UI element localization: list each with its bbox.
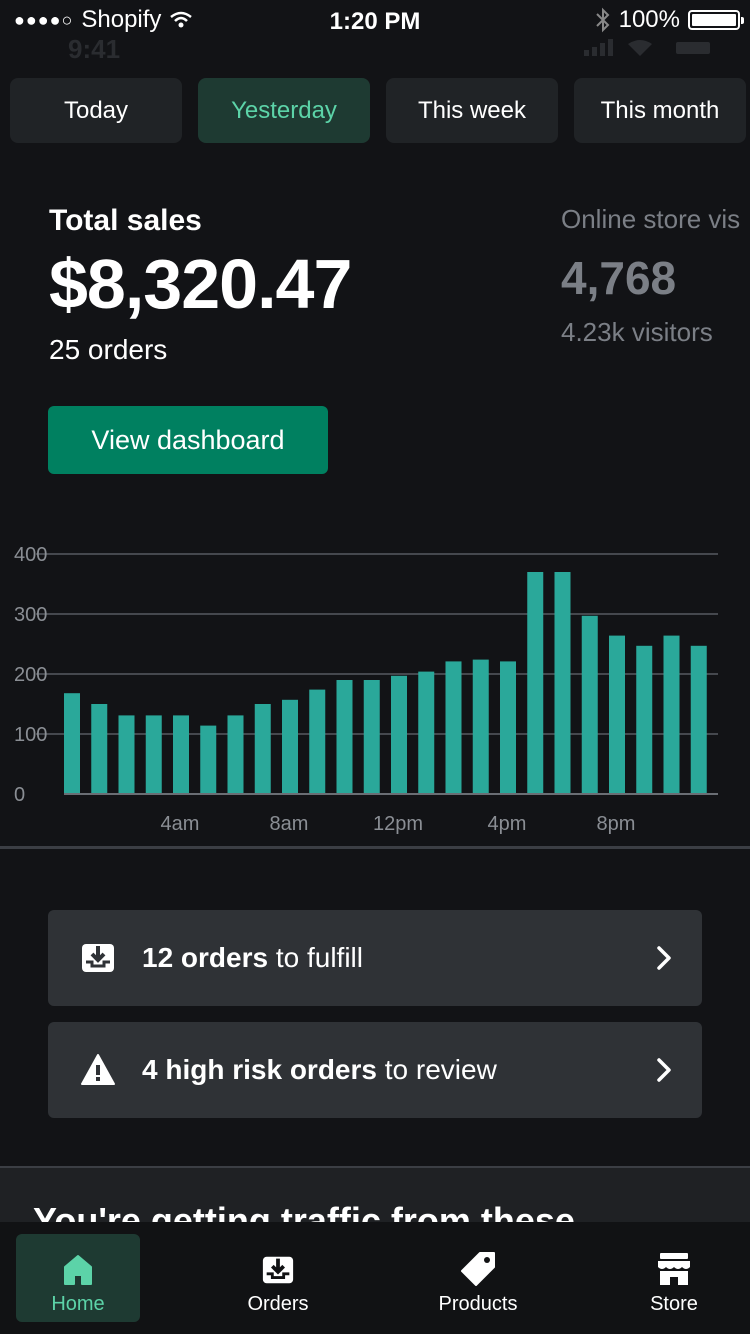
x-tick-label: 4am — [161, 813, 200, 835]
y-tick-label: 0 — [14, 784, 25, 806]
sales-summary: Total sales $8,320.47 25 orders — [49, 204, 352, 366]
sales-title: Total sales — [49, 204, 202, 237]
bar — [445, 661, 462, 794]
bar — [118, 715, 135, 794]
bar — [609, 635, 625, 794]
tab-orders[interactable]: Orders — [216, 1234, 340, 1322]
tab-this-week[interactable]: This week — [386, 78, 558, 143]
visitors-summary[interactable]: Online store vis 4,768 4.23k visitors — [561, 204, 740, 348]
bar — [690, 645, 707, 794]
bar — [227, 715, 244, 794]
card-rest-text: to review — [376, 1054, 497, 1085]
ghost-time: 9:41 — [68, 34, 121, 64]
battery-icon — [688, 10, 744, 30]
x-tick-label: 4pm — [488, 813, 527, 835]
bar — [500, 661, 516, 794]
card-rest-text: to fulfill — [268, 942, 364, 973]
bar — [391, 675, 407, 794]
tab-this-month[interactable]: This month — [574, 78, 746, 143]
sales-amount: $8,320.47 — [49, 245, 352, 323]
ghost-signal-icon — [584, 39, 710, 56]
bar — [282, 699, 298, 794]
tab-products-label: Products — [438, 1293, 518, 1315]
tab-products[interactable]: Products — [416, 1234, 540, 1322]
y-tick-label: 100 — [14, 724, 47, 746]
high-risk-orders-text: 4 high risk orders to review — [142, 1054, 656, 1086]
section-divider — [0, 846, 750, 849]
y-tick-label: 300 — [14, 604, 47, 626]
x-tick-label: 8pm — [597, 813, 636, 835]
bar — [636, 645, 653, 794]
status-right: 100% — [595, 6, 744, 34]
bar — [91, 704, 108, 794]
card-bold-text: 12 orders — [142, 942, 269, 973]
bar — [527, 572, 544, 794]
card-bold-text: 4 high risk orders — [142, 1054, 377, 1085]
bar — [554, 572, 571, 794]
bar — [336, 680, 353, 794]
bar — [200, 725, 217, 794]
bar — [64, 693, 80, 794]
visitors-sub: 4.23k visitors — [561, 317, 713, 347]
bar — [254, 704, 271, 794]
orders-to-fulfill-card[interactable]: 12 orders to fulfill — [48, 910, 702, 1006]
y-tick-label: 400 — [14, 544, 47, 566]
x-tick-label: 12pm — [373, 813, 423, 835]
inbox-download-icon — [78, 938, 118, 978]
chevron-right-icon — [657, 946, 671, 970]
y-tick-label: 200 — [14, 664, 47, 686]
tab-home[interactable]: Home — [16, 1234, 140, 1322]
period-tabs: Today Yesterday This week This month — [10, 78, 750, 143]
bar — [472, 659, 489, 794]
bar — [173, 715, 189, 794]
bluetooth-icon — [595, 7, 610, 33]
tab-today[interactable]: Today — [10, 78, 182, 143]
battery-percent: 100% — [618, 6, 680, 33]
status-bar: ●●●●○ Shopify 1:20 PM 100% 9:41 — [0, 0, 750, 64]
bar — [363, 680, 380, 794]
tag-icon — [461, 1252, 495, 1286]
chevron-right-icon — [657, 1058, 671, 1082]
tab-store-label: Store — [650, 1293, 698, 1315]
sales-orders: 25 orders — [49, 334, 168, 365]
tab-store[interactable]: Store — [612, 1234, 736, 1322]
bar — [581, 615, 598, 794]
visitors-count: 4,768 — [561, 252, 677, 304]
x-tick-label: 8am — [270, 813, 309, 835]
bar — [663, 635, 680, 794]
orders-to-fulfill-text: 12 orders to fulfill — [142, 942, 656, 974]
home-icon — [64, 1255, 92, 1285]
view-dashboard-button[interactable]: View dashboard — [48, 406, 328, 474]
tab-orders-label: Orders — [247, 1293, 309, 1315]
visitors-title: Online store vis — [561, 204, 741, 234]
bar — [309, 689, 326, 794]
high-risk-orders-card[interactable]: 4 high risk orders to review — [48, 1022, 702, 1118]
bar — [418, 671, 435, 794]
tab-home-label: Home — [51, 1293, 105, 1315]
orders-icon — [262, 1256, 294, 1284]
warning-icon — [78, 1050, 118, 1090]
store-icon — [658, 1253, 690, 1285]
sales-bar-chart: 0 100 200 300 400 4am 8am 12pm 4pm 8pm — [14, 544, 718, 835]
bar — [145, 715, 162, 794]
tab-yesterday[interactable]: Yesterday — [198, 78, 370, 143]
bottom-tab-bar: Home Orders Products Store — [0, 1222, 750, 1334]
